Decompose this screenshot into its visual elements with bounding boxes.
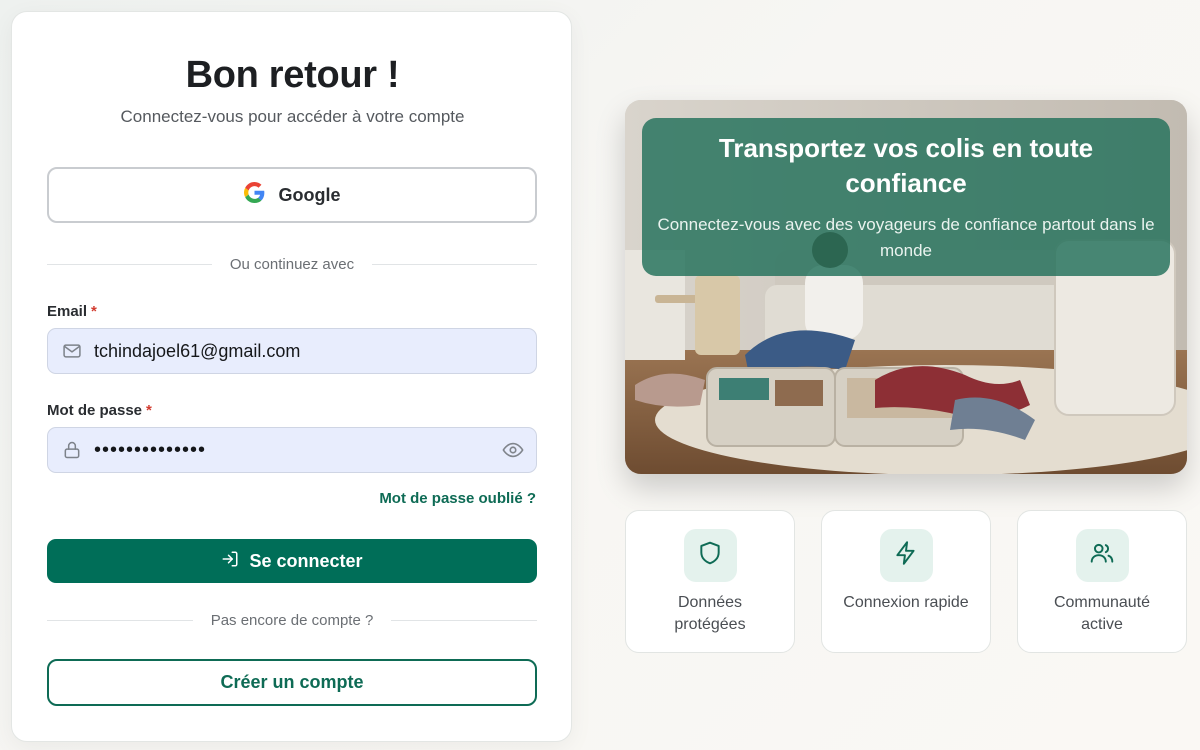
feature-card-data-protection: Données protégées — [625, 510, 795, 653]
password-field[interactable]: •••••••••••••• — [47, 427, 537, 473]
login-button[interactable]: Se connecter — [47, 539, 537, 583]
feature-card-community: Communauté active — [1017, 510, 1187, 653]
email-label-text: Email — [47, 303, 88, 320]
login-button-label: Se connecter — [249, 550, 363, 571]
create-account-label: Créer un compte — [220, 672, 364, 692]
shield-icon — [697, 540, 723, 571]
social-divider: Ou continuez avec — [47, 254, 537, 274]
hero-title: Transportez vos colis en toute confiance — [718, 133, 1094, 198]
feature-label: Connexion rapide — [843, 594, 969, 611]
required-marker: * — [146, 402, 152, 419]
password-label: Mot de passe * — [47, 402, 152, 419]
password-label-text: Mot de passe — [47, 402, 143, 419]
feature-card-fast-login: Connexion rapide — [821, 510, 991, 653]
hero-overlay: Transportez vos colis en toute confiance… — [642, 118, 1170, 276]
email-value[interactable]: tchindajoel61@gmail.com — [94, 341, 524, 362]
required-marker: * — [91, 303, 97, 320]
lock-icon — [62, 440, 82, 460]
feature-label: Communauté active — [1053, 594, 1151, 633]
forgot-password-link[interactable]: Mot de passe oublié ? — [379, 490, 536, 507]
page-subtitle: Connectez-vous pour accéder à votre comp… — [120, 107, 465, 126]
eye-icon[interactable] — [502, 439, 524, 461]
feature-label: Données protégées — [674, 594, 746, 633]
password-value[interactable]: •••••••••••••• — [94, 439, 502, 462]
zap-icon — [893, 540, 919, 571]
hero-image: Transportez vos colis en toute confiance… — [625, 100, 1187, 474]
page-title: Bon retour ! — [185, 54, 400, 96]
email-label: Email * — [47, 303, 97, 320]
divider-line — [391, 619, 538, 621]
login-card: Bon retour ! Connectez-vous pour accéder… — [11, 11, 572, 742]
divider-text: Ou continuez avec — [229, 255, 355, 273]
google-signin-button[interactable]: Google — [47, 167, 537, 223]
feature-icon-badge — [683, 529, 737, 582]
divider-line — [372, 263, 537, 265]
feature-icon-badge — [1075, 529, 1129, 582]
users-icon — [1089, 540, 1115, 571]
hero-subtitle: Connectez-vous avec des voyageurs de con… — [657, 215, 1155, 260]
google-icon — [243, 182, 265, 208]
log-in-icon — [221, 550, 239, 573]
create-account-button[interactable]: Créer un compte — [47, 659, 537, 706]
signup-divider: Pas encore de compte ? — [47, 610, 538, 630]
google-button-label: Google — [278, 184, 341, 205]
email-field[interactable]: tchindajoel61@gmail.com — [47, 328, 537, 374]
divider-line — [47, 263, 212, 265]
no-account-text: Pas encore de compte ? — [210, 611, 374, 629]
feature-icon-badge — [879, 529, 933, 582]
divider-line — [47, 619, 193, 621]
mail-icon — [62, 341, 82, 361]
